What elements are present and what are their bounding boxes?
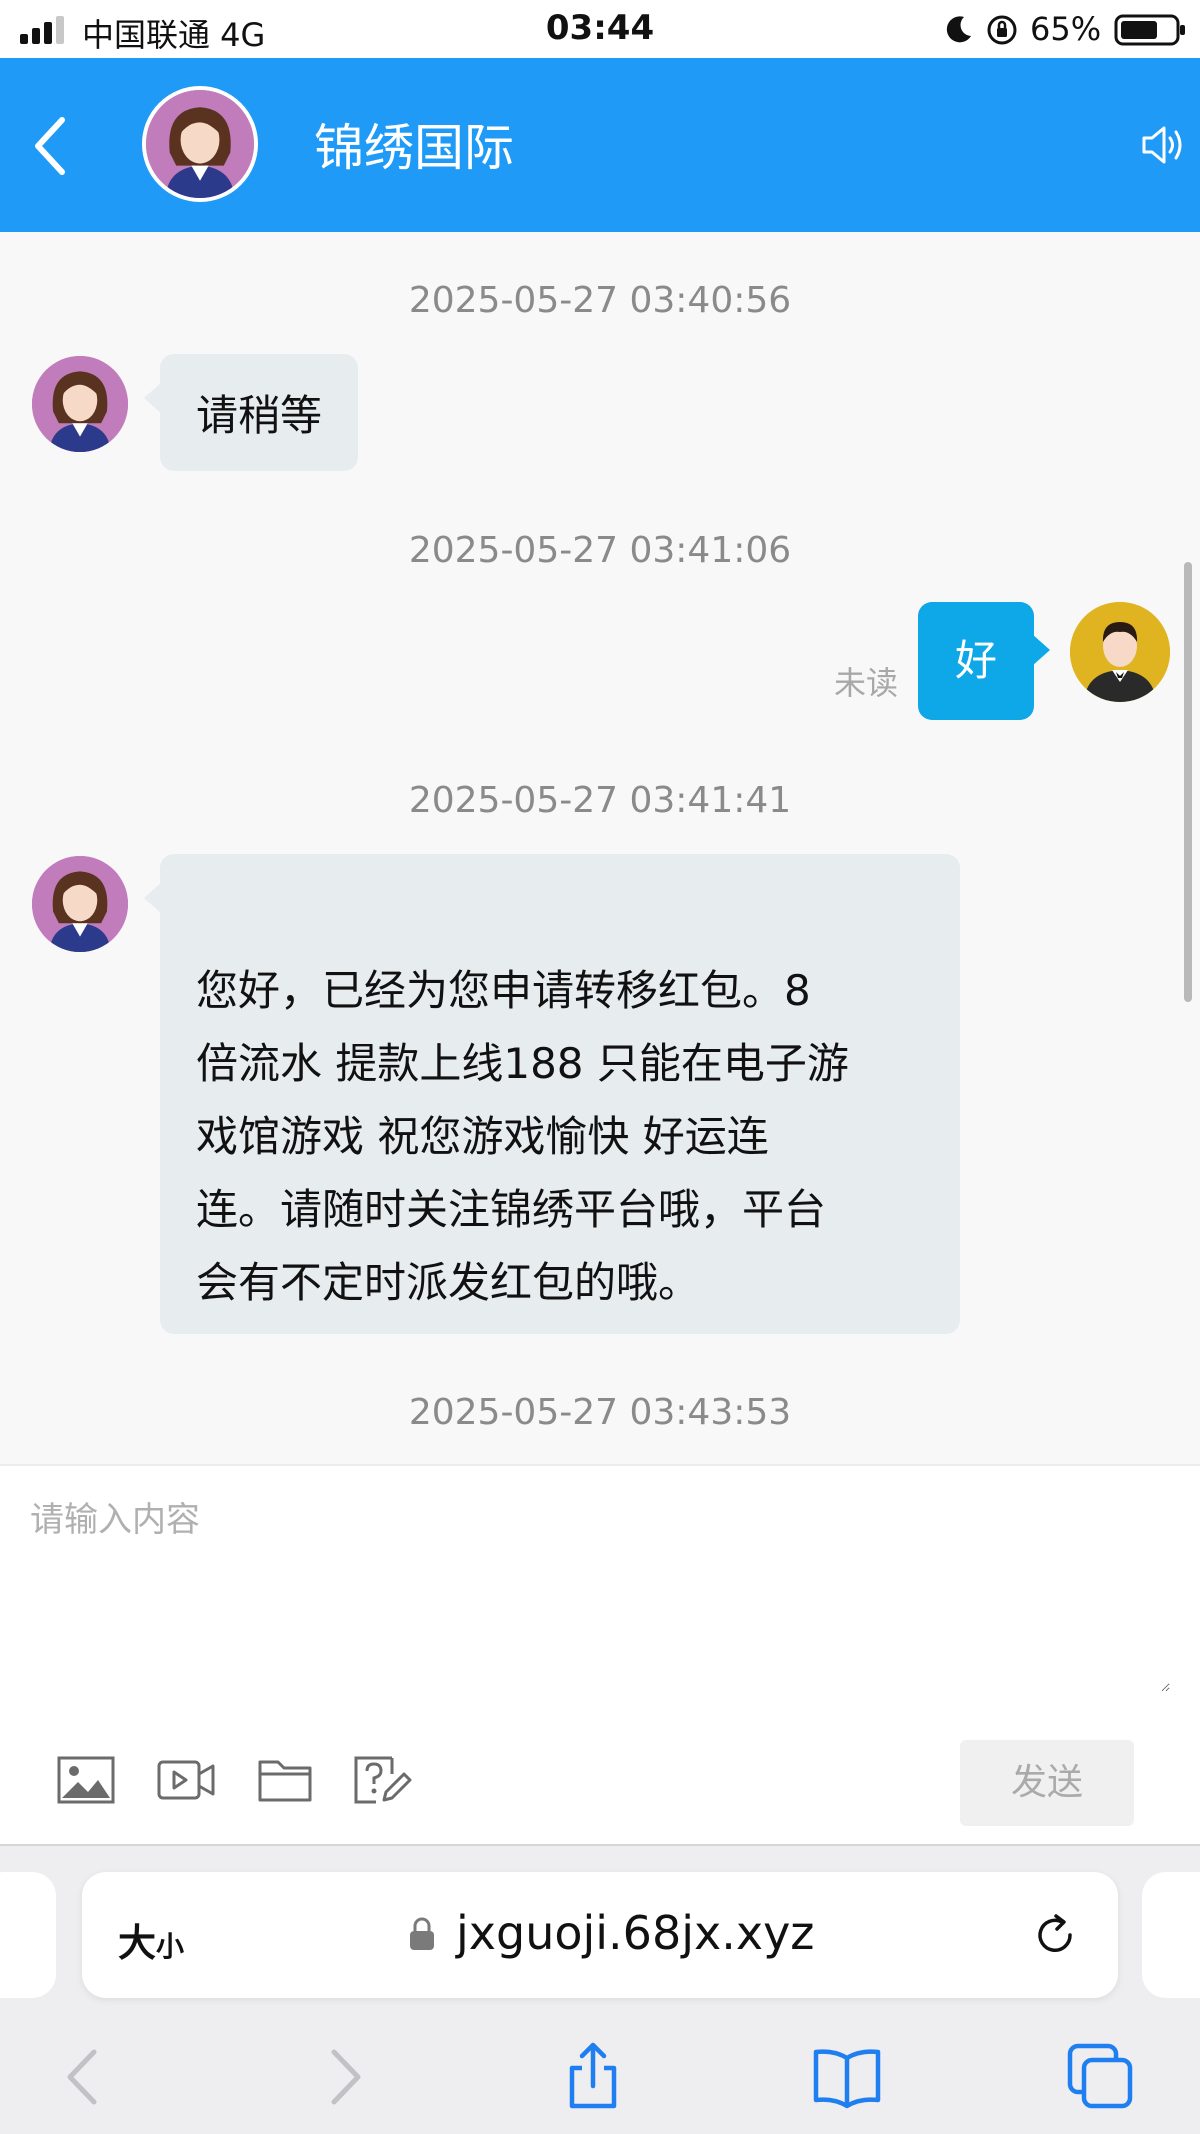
address-bar[interactable]: 大小 jxguoji.68jx.xyz [82, 1872, 1118, 1998]
agent-avatar[interactable] [32, 856, 128, 952]
help-edit-icon[interactable] [352, 1754, 412, 1806]
rotation-lock-icon [987, 15, 1017, 45]
user-avatar-image [1070, 602, 1170, 702]
previous-tab-preview[interactable] [0, 1872, 56, 1998]
forward-arrow-icon[interactable] [308, 2042, 378, 2112]
back-icon[interactable] [30, 114, 70, 178]
lock-icon [410, 1917, 434, 1950]
moon-icon [946, 16, 971, 43]
speaker-icon[interactable] [1138, 120, 1188, 170]
browser-toolbar: 大小 jxguoji.68jx.xyz [0, 1844, 1200, 2134]
status-bar: 中国联通 4G 03:44 65% [0, 0, 1200, 58]
message-timestamp: 2025-05-27 03:43:53 [408, 1392, 792, 1433]
image-icon[interactable] [56, 1754, 116, 1806]
agent-message-bubble[interactable]: 请稍等 [143, 354, 359, 471]
url-text[interactable]: jxguoji.68jx.xyz [456, 1906, 814, 1960]
chat-header: 锦绣国际 [0, 58, 1200, 232]
message-timestamp: 2025-05-27 03:41:06 [408, 530, 792, 571]
scrollbar[interactable] [1184, 562, 1192, 1002]
message-text: 请稍等 [196, 391, 323, 440]
message-line: 连。请随时关注锦绣平台哦，平台 [196, 1185, 827, 1234]
agent-avatar-image [32, 356, 128, 452]
message-timestamp: 2025-05-27 03:41:41 [408, 780, 792, 821]
battery-icon [1114, 14, 1185, 46]
message-line: 您好，已经为您申请转移红包。8 [196, 966, 811, 1015]
message-line: 会有不定时派发红包的哦。 [196, 1258, 701, 1307]
next-tab-preview[interactable] [1142, 1872, 1200, 1998]
text-size-button[interactable]: 大小 [118, 1912, 184, 1967]
send-button[interactable]: 发送 [960, 1740, 1134, 1826]
unread-status: 未读 [834, 664, 899, 702]
agent-avatar[interactable] [142, 86, 258, 202]
user-avatar[interactable] [1070, 602, 1170, 702]
agent-avatar-image [146, 90, 254, 198]
folder-icon[interactable] [256, 1754, 316, 1806]
reload-icon[interactable] [1030, 1910, 1080, 1960]
text-size-big: 大 [118, 1921, 157, 1965]
message-input[interactable] [30, 1492, 1170, 1692]
message-list[interactable]: 2025-05-27 03:40:56 请稍等 2025-05-27 03:41… [0, 232, 1200, 1464]
composer: 发送 [0, 1464, 1200, 1844]
message-text: 好 [954, 636, 997, 685]
bookmarks-icon[interactable] [812, 2042, 882, 2112]
battery-percent: 65% [1030, 10, 1102, 48]
message-line: 倍流水 提款上线188 只能在电子游 [196, 1039, 849, 1088]
chat-title: 锦绣国际 [314, 119, 514, 177]
tabs-icon[interactable] [1066, 2042, 1136, 2112]
text-size-small: 小 [156, 1930, 185, 1963]
share-icon[interactable] [558, 2042, 628, 2112]
message-timestamp: 2025-05-27 03:40:56 [408, 280, 792, 321]
video-icon[interactable] [156, 1754, 216, 1806]
back-arrow-icon[interactable] [50, 2042, 120, 2112]
message-line: 戏馆游戏 祝您游戏愉快 好运连 [196, 1112, 769, 1161]
user-message-bubble[interactable]: 好 [918, 602, 1050, 720]
agent-avatar[interactable] [32, 356, 128, 452]
agent-avatar-image [32, 856, 128, 952]
clock: 03:44 [545, 8, 655, 48]
agent-message-bubble[interactable]: 您好，已经为您申请转移红包。8 倍流水 提款上线188 只能在电子游 戏馆游戏 … [144, 854, 960, 1334]
